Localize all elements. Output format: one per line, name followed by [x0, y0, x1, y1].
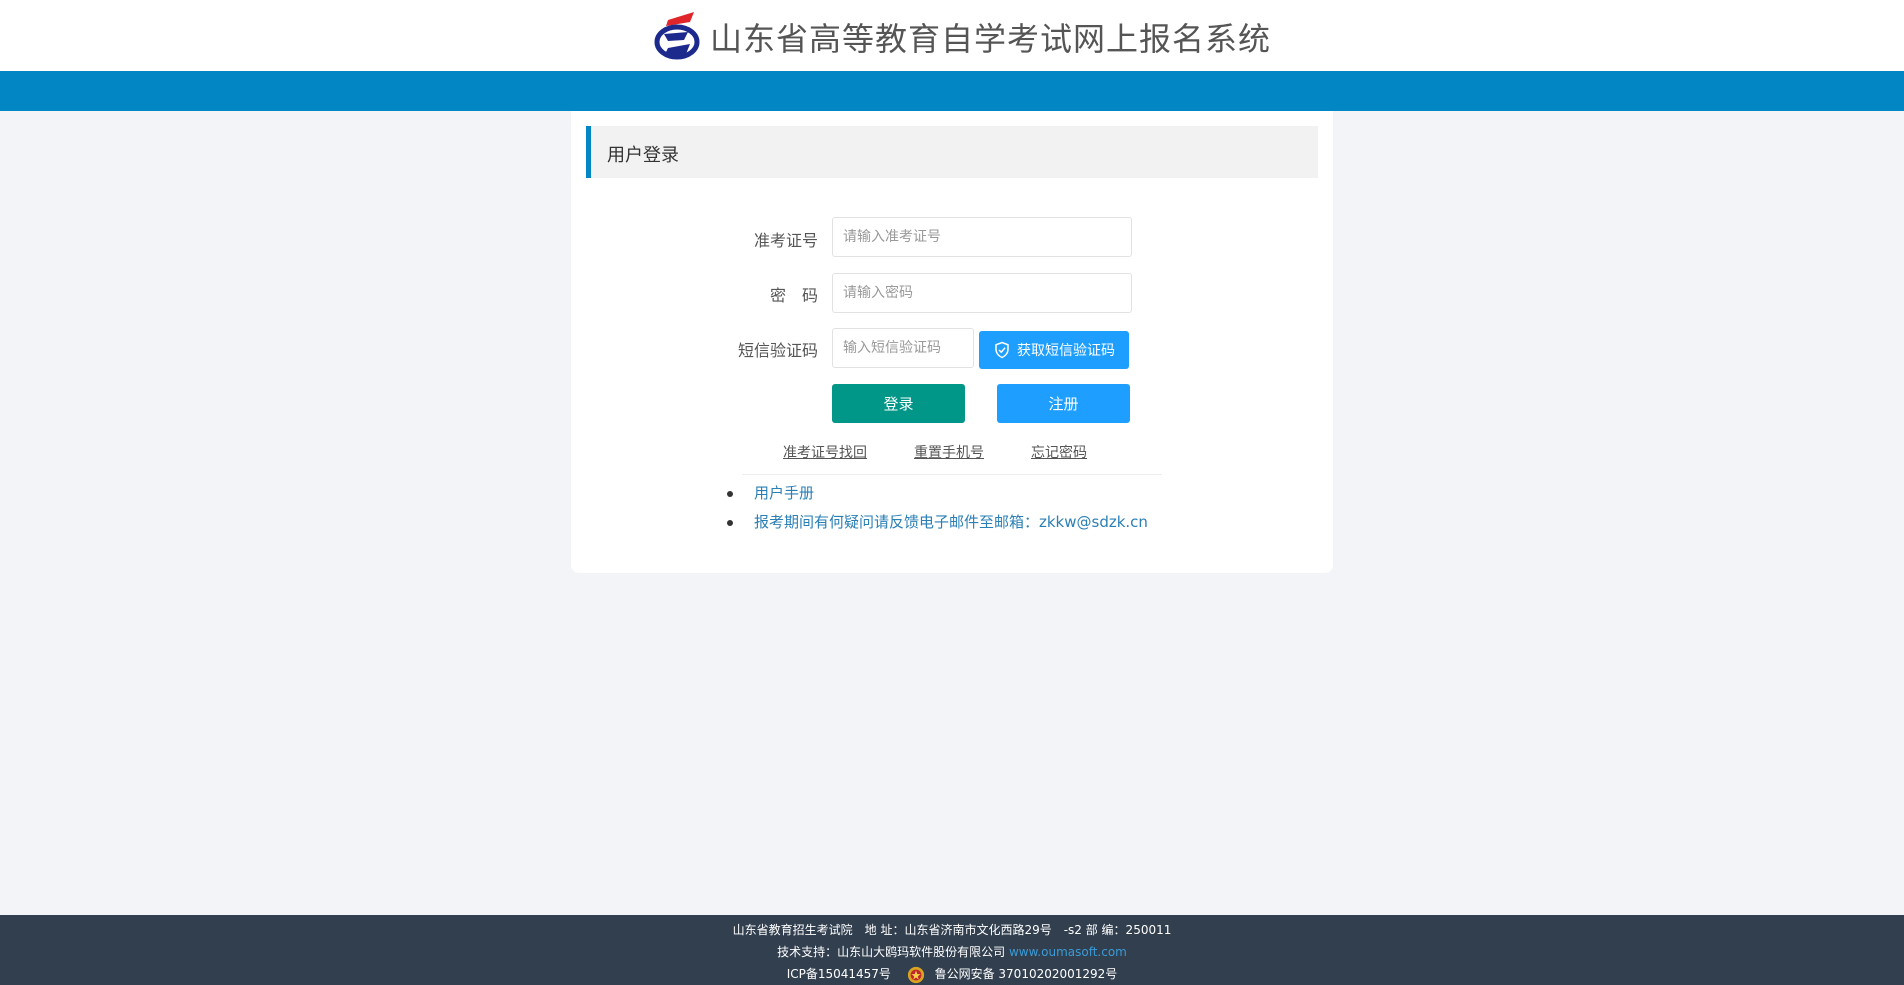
footer-support-text: 技术支持：山东山大鸥玛软件股份有限公司	[777, 945, 1006, 959]
register-button[interactable]: 注册	[997, 384, 1130, 423]
police-badge-icon	[907, 966, 924, 983]
header: 山东省高等教育自学考试网上报名系统	[0, 0, 1904, 71]
login-card: 用户登录 准考证号 请输入准考证号 密 码 请输入密码 短信验证码 输入短信验证…	[571, 111, 1333, 573]
sms-code-label: 短信验证码	[737, 341, 818, 360]
exam-id-input[interactable]: 请输入准考证号	[832, 217, 1132, 257]
forgot-password-link[interactable]: 忘记密码	[1031, 442, 1087, 462]
login-button[interactable]: 登录	[832, 384, 965, 423]
header-brand: 山东省高等教育自学考试网上报名系统	[654, 10, 1271, 64]
divider	[742, 474, 1162, 475]
exam-id-label: 准考证号	[753, 231, 818, 250]
exam-logo-icon	[654, 12, 700, 60]
get-sms-code-button[interactable]: 获取短信验证码	[979, 331, 1129, 369]
footer-support: 技术支持：山东山大鸥玛软件股份有限公司 www.oumasoft.com	[0, 941, 1904, 963]
footer: 山东省教育招生考试院 地 址：山东省济南市文化西路29号 -s2 部 编：250…	[0, 915, 1904, 985]
footer-police-record[interactable]: 鲁公网安备 37010202001292号	[935, 967, 1118, 981]
panel-title: 用户登录	[607, 145, 679, 166]
user-manual-link[interactable]: 用户手册	[727, 479, 1148, 508]
info-list: 用户手册 报考期间有何疑问请反馈电子邮件至邮箱：zkkw@sdzk.cn	[727, 479, 1148, 537]
recover-exam-id-link[interactable]: 准考证号找回	[783, 442, 867, 462]
password-input[interactable]: 请输入密码	[832, 273, 1132, 313]
footer-address: 山东省教育招生考试院 地 址：山东省济南市文化西路29号 -s2 部 编：250…	[732, 923, 1172, 937]
footer-icp[interactable]: ICP备15041457号	[787, 967, 891, 981]
sms-code-input[interactable]: 输入短信验证码	[832, 328, 974, 368]
site-title: 山东省高等教育自学考试网上报名系统	[710, 20, 1272, 58]
panel-header: 用户登录	[586, 126, 1318, 178]
get-sms-code-label: 获取短信验证码	[1017, 343, 1115, 359]
contact-email-text[interactable]: 报考期间有何疑问请反馈电子邮件至邮箱：zkkw@sdzk.cn	[727, 508, 1148, 537]
password-label: 密 码	[769, 286, 818, 305]
footer-registration: ICP备15041457号 鲁公网安备 37010202001292号	[0, 963, 1904, 985]
reset-phone-link[interactable]: 重置手机号	[914, 442, 984, 462]
shield-check-icon	[995, 341, 1009, 359]
top-blue-bar	[0, 71, 1904, 111]
footer-support-link[interactable]: www.oumasoft.com	[1009, 945, 1127, 959]
